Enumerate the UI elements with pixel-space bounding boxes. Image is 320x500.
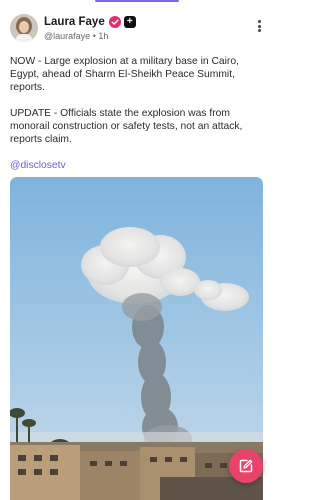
post-time: 1h	[98, 31, 109, 41]
post-image[interactable]	[10, 177, 263, 500]
compose-button[interactable]	[229, 449, 263, 483]
avatar[interactable]	[10, 14, 38, 42]
post-paragraph: UPDATE - Officials state the explosion w…	[10, 108, 243, 145]
plus-badge-icon: +	[123, 16, 136, 28]
author-name-row: Laura Faye +	[44, 15, 136, 29]
author-display-name[interactable]: Laura Faye	[44, 15, 105, 29]
meta-separator: •	[92, 31, 96, 41]
check-badge-icon	[108, 16, 121, 28]
source-link[interactable]: @disclosetv	[10, 159, 262, 172]
author-meta: @laurafaye • 1h	[44, 30, 108, 42]
author-handle[interactable]: @laurafaye	[44, 31, 90, 41]
more-vertical-icon[interactable]	[255, 18, 263, 34]
compose-edit-icon	[239, 459, 253, 473]
post-paragraph: NOW - Large explosion at a military base…	[10, 56, 239, 93]
post-header: Laura Faye + @laurafaye • 1h	[10, 14, 263, 44]
post-body: NOW - Large explosion at a military base…	[10, 55, 262, 185]
top-tab-indicator	[95, 0, 179, 2]
